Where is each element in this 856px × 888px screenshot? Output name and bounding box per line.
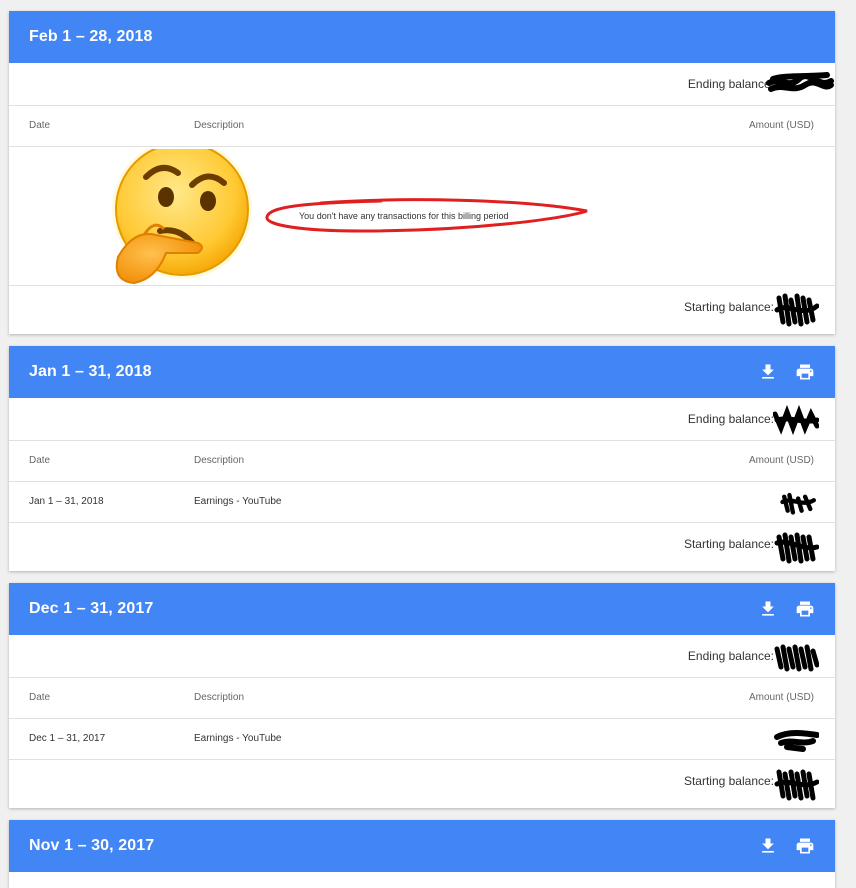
column-description-header: Description	[194, 120, 245, 131]
column-header-row: Date Description Amount (USD)	[9, 106, 835, 147]
column-description-header: Description	[194, 455, 245, 466]
print-icon[interactable]	[795, 599, 815, 619]
download-icon[interactable]	[758, 362, 778, 382]
redacted-amount-scribble	[774, 730, 819, 752]
ending-balance-row: Ending balance:	[9, 398, 835, 441]
starting-balance-label: Starting balance:	[683, 774, 774, 788]
statement-header: Dec 1 – 31, 2017	[9, 583, 835, 635]
print-icon[interactable]	[795, 362, 815, 382]
redacted-amount-scribble	[774, 532, 819, 564]
download-icon[interactable]	[758, 836, 778, 856]
redacted-amount-scribble	[774, 644, 819, 672]
transaction-date: Jan 1 – 31, 2018	[29, 496, 104, 507]
starting-balance-label: Starting balance:	[683, 537, 774, 551]
download-icon[interactable]	[758, 599, 778, 619]
statement-header: Feb 1 – 28, 2018	[9, 11, 835, 63]
statement-card-jan-2018: Jan 1 – 31, 2018 Ending balance: Date De…	[9, 346, 835, 571]
ending-balance-label: Ending balance:	[687, 412, 774, 426]
column-amount-header: Amount (USD)	[748, 120, 814, 131]
column-amount-header: Amount (USD)	[748, 455, 814, 466]
ending-balance-row: Ending balance:	[9, 63, 835, 106]
redacted-amount-scribble	[774, 769, 819, 801]
statement-header: Jan 1 – 31, 2018	[9, 346, 835, 398]
starting-balance-row: Starting balance:	[9, 286, 835, 334]
starting-balance-row: Starting balance:	[9, 523, 835, 571]
column-date-header: Date	[29, 455, 51, 466]
ending-balance-row: Ending balance:	[9, 635, 835, 678]
column-header-row: Date Description Amount (USD)	[9, 678, 835, 719]
statement-header: Nov 1 – 30, 2017	[9, 820, 835, 872]
redacted-amount-scribble	[766, 72, 834, 92]
statement-period-title: Jan 1 – 31, 2018	[29, 363, 152, 380]
print-icon[interactable]	[795, 836, 815, 856]
column-date-header: Date	[29, 120, 51, 131]
column-header-row: Date Description Amount (USD)	[9, 441, 835, 482]
ending-balance-label: Ending balance:	[687, 649, 774, 663]
starting-balance-row: Starting balance:	[9, 760, 835, 808]
column-description-header: Description	[194, 692, 245, 703]
empty-transactions-row: You don't have any transactions for this…	[9, 147, 835, 286]
thinking-face-icon	[112, 149, 252, 285]
no-transactions-message: You don't have any transactions for this…	[299, 211, 509, 221]
table-row: Jan 1 – 31, 2018 Earnings - YouTube	[9, 482, 835, 523]
column-amount-header: Amount (USD)	[748, 692, 814, 703]
transaction-date: Dec 1 – 31, 2017	[29, 733, 106, 744]
ending-balance-label: Ending balance:	[687, 77, 774, 91]
column-date-header: Date	[29, 692, 51, 703]
redacted-amount-scribble	[774, 293, 819, 327]
statement-period-title: Dec 1 – 31, 2017	[29, 600, 154, 617]
transaction-description: Earnings - YouTube	[194, 733, 282, 744]
statement-card-dec-2017: Dec 1 – 31, 2017 Ending balance: Date De…	[9, 583, 835, 808]
redacted-amount-scribble	[773, 404, 819, 436]
statement-period-title: Feb 1 – 28, 2018	[29, 28, 153, 45]
transaction-description: Earnings - YouTube	[194, 496, 282, 507]
statement-period-title: Nov 1 – 30, 2017	[29, 837, 155, 854]
starting-balance-label: Starting balance:	[683, 300, 774, 314]
statement-card-nov-2017: Nov 1 – 30, 2017	[9, 820, 835, 888]
table-row: Dec 1 – 31, 2017 Earnings - YouTube	[9, 719, 835, 760]
statement-card-feb-2018: Feb 1 – 28, 2018 Ending balance: Date De…	[9, 11, 835, 334]
redacted-amount-scribble	[780, 492, 816, 515]
